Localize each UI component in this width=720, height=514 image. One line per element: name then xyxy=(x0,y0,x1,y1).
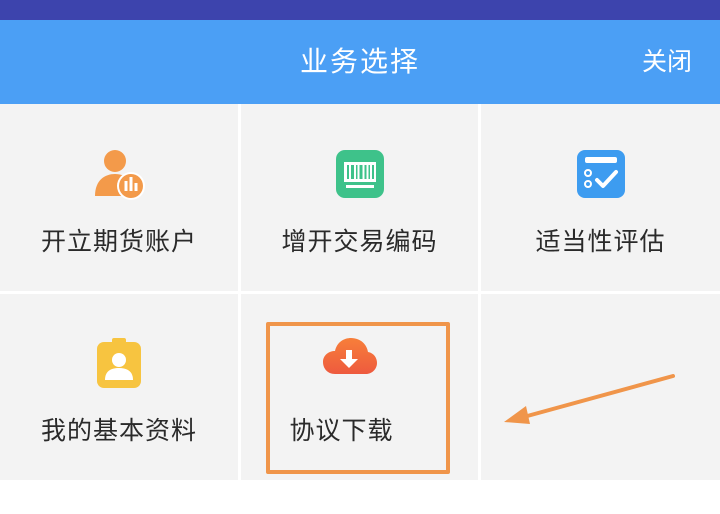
user-chart-icon xyxy=(95,150,145,200)
grid-item-my-basic-info[interactable]: 我的基本资料 xyxy=(0,294,238,480)
grid-item-label: 我的基本资料 xyxy=(40,416,197,445)
status-bar xyxy=(0,0,720,20)
grid-item-add-trading-code[interactable]: 增开交易编码 xyxy=(241,104,478,291)
grid-item-open-futures-account[interactable]: 开立期货账户 xyxy=(0,104,238,291)
grid-item-suitability-assessment[interactable]: 适当性评估 xyxy=(481,104,720,291)
id-badge-icon xyxy=(97,338,141,388)
close-button[interactable]: 关闭 xyxy=(642,20,692,104)
grid-item-label: 适当性评估 xyxy=(535,227,666,256)
header-bar: 业务选择 关闭 xyxy=(0,20,720,104)
grid-item-label: 开立期货账户 xyxy=(40,227,197,256)
page-title: 业务选择 xyxy=(299,45,420,78)
checklist-icon xyxy=(576,150,625,198)
grid-item-label: 增开交易编码 xyxy=(281,227,438,256)
annotation-arrow-icon xyxy=(504,374,675,424)
barcode-icon xyxy=(335,150,384,198)
highlight-box xyxy=(266,322,450,474)
